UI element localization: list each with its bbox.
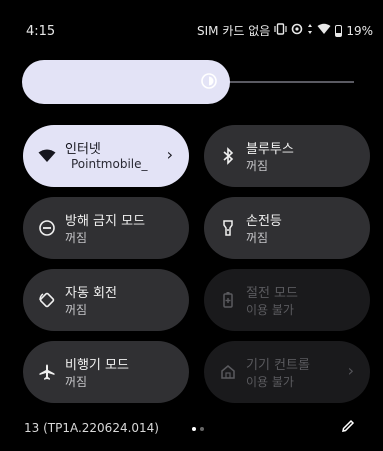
auto-rotate-icon bbox=[37, 290, 57, 310]
brightness-icon bbox=[200, 72, 218, 90]
tile-flashlight-subtitle: 꺼짐 bbox=[246, 231, 269, 245]
tile-flashlight-title: 손전등 bbox=[246, 214, 282, 229]
tile-battery-saver-subtitle: 이용 불가 bbox=[246, 303, 294, 317]
page-dot-active bbox=[192, 427, 196, 431]
data-transfer-icon bbox=[307, 23, 313, 38]
tile-dnd-title: 방해 금지 모드 bbox=[65, 214, 146, 229]
status-icons: SIM 카드 없음 19% bbox=[197, 22, 373, 39]
tile-flashlight[interactable]: 손전등 꺼짐 bbox=[204, 197, 370, 259]
data-saver-icon bbox=[291, 23, 303, 38]
flashlight-icon bbox=[218, 218, 238, 238]
tile-internet-subtitle: Pointmobile_ bbox=[71, 157, 148, 171]
tile-bluetooth-subtitle: 꺼짐 bbox=[246, 159, 269, 173]
tile-airplane-mode[interactable]: 비행기 모드 꺼짐 bbox=[23, 341, 189, 403]
tile-bluetooth[interactable]: 블루투스 꺼짐 bbox=[204, 125, 370, 187]
wifi-status-icon bbox=[317, 23, 331, 38]
page-dot bbox=[200, 427, 204, 431]
tile-internet[interactable]: 인터넷 Pointmobile_ › bbox=[23, 125, 189, 187]
do-not-disturb-icon bbox=[37, 218, 57, 238]
chevron-right-icon[interactable]: › bbox=[348, 361, 354, 380]
tile-auto-rotate-title: 자동 회전 bbox=[65, 286, 117, 301]
tile-do-not-disturb[interactable]: 방해 금지 모드 꺼짐 bbox=[23, 197, 189, 259]
qs-footer: 13 (TP1A.220624.014) bbox=[0, 415, 383, 445]
home-control-icon bbox=[218, 362, 238, 382]
status-time: 4:15 bbox=[26, 24, 56, 39]
tile-internet-title: 인터넷 bbox=[65, 142, 101, 157]
vibrate-icon bbox=[274, 23, 287, 38]
brightness-fill[interactable] bbox=[22, 60, 230, 104]
battery-icon bbox=[335, 24, 343, 37]
brightness-track[interactable] bbox=[222, 81, 354, 83]
tile-auto-rotate[interactable]: 자동 회전 꺼짐 bbox=[23, 269, 189, 331]
pencil-icon[interactable] bbox=[340, 418, 356, 434]
battery-percent: 19% bbox=[346, 23, 373, 38]
tile-dnd-subtitle: 꺼짐 bbox=[65, 231, 88, 245]
airplane-icon bbox=[37, 362, 57, 382]
tile-battery-saver-title: 절전 모드 bbox=[246, 286, 298, 301]
tile-bluetooth-title: 블루투스 bbox=[246, 142, 294, 157]
page-indicator bbox=[192, 427, 204, 431]
tile-battery-saver[interactable]: 절전 모드 이용 불가 bbox=[204, 269, 370, 331]
build-number: 13 (TP1A.220624.014) bbox=[24, 421, 159, 435]
tile-device-controls-subtitle: 이용 불가 bbox=[246, 375, 294, 389]
tile-airplane-subtitle: 꺼짐 bbox=[65, 375, 88, 389]
brightness-slider[interactable] bbox=[22, 60, 356, 104]
tile-device-controls[interactable]: 기기 컨트롤 이용 불가 › bbox=[204, 341, 370, 403]
bluetooth-icon bbox=[218, 146, 238, 166]
sim-status-text: SIM 카드 없음 bbox=[197, 24, 271, 38]
tile-device-controls-title: 기기 컨트롤 bbox=[246, 358, 310, 373]
chevron-right-icon[interactable]: › bbox=[167, 145, 173, 164]
wifi-icon bbox=[37, 146, 57, 166]
tile-auto-rotate-subtitle: 꺼짐 bbox=[65, 303, 88, 317]
tile-airplane-title: 비행기 모드 bbox=[65, 358, 129, 373]
battery-saver-icon bbox=[218, 290, 238, 310]
status-bar: 4:15 SIM 카드 없음 19% bbox=[0, 0, 383, 60]
